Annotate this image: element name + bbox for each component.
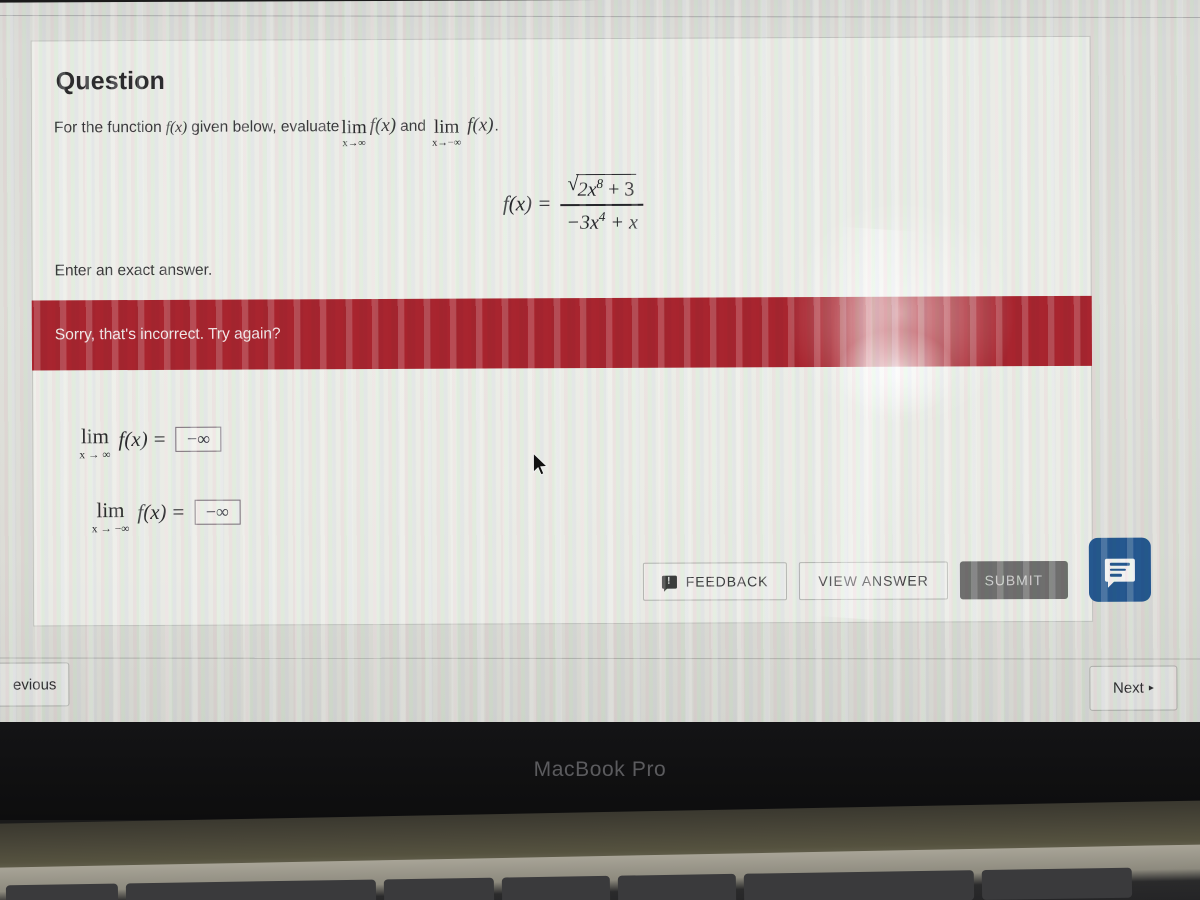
next-button[interactable]: Next ▸ bbox=[1089, 665, 1178, 711]
view-answer-button[interactable]: VIEW ANSWER bbox=[799, 561, 948, 601]
top-divider-line bbox=[0, 14, 1200, 19]
prompt-limit-1-label: lim bbox=[341, 117, 367, 139]
answer-row-limit-positive-infinity: lim x → ∞ f(x) = −∞ bbox=[79, 422, 1091, 462]
keyboard-key[interactable] bbox=[383, 877, 495, 900]
previous-button-label: evious bbox=[13, 675, 57, 694]
chat-widget-button[interactable] bbox=[1088, 537, 1152, 602]
previous-button[interactable]: evious bbox=[0, 662, 70, 707]
question-prompt: For the function f(x) given below, evalu… bbox=[54, 112, 1090, 149]
alert-message: Sorry, that's incorrect. Try again? bbox=[54, 325, 281, 344]
keyboard-key[interactable] bbox=[501, 875, 611, 900]
prompt-and: and bbox=[400, 117, 427, 135]
prompt-middle: given below, evaluate bbox=[191, 118, 340, 136]
action-button-bar: FEEDBACK VIEW ANSWER SUBMIT bbox=[642, 560, 1069, 601]
formula-denominator: −3x4 + x bbox=[560, 205, 643, 234]
prompt-limit-2-sub: x→−∞ bbox=[432, 137, 462, 149]
laptop-screen: Question For the function f(x) given bel… bbox=[0, 0, 1200, 729]
answer-2-equals: = bbox=[172, 499, 185, 524]
prompt-limit-2-label: lim bbox=[433, 116, 460, 138]
answer-1-equals: = bbox=[153, 426, 166, 451]
prompt-function-symbol: f(x) bbox=[165, 118, 188, 136]
answer-row-limit-negative-infinity: lim x → −∞ f(x) = −∞ bbox=[92, 496, 1092, 536]
incorrect-alert-banner: Sorry, that's incorrect. Try again? bbox=[31, 296, 1093, 371]
question-card: Question For the function f(x) given bel… bbox=[30, 35, 1094, 627]
prompt-limit-1: lim x→∞ bbox=[341, 117, 367, 150]
answer-1-limit: lim x → ∞ bbox=[79, 424, 111, 462]
page-title: Question bbox=[55, 66, 165, 96]
nav-divider bbox=[0, 657, 1200, 660]
denominator-exponent: 4 bbox=[598, 208, 606, 224]
square-root-icon: √ 2x8 + 3 bbox=[568, 173, 637, 202]
formula-numerator: √ 2x8 + 3 bbox=[562, 172, 643, 204]
keyboard-key[interactable] bbox=[5, 883, 119, 900]
feedback-button[interactable]: FEEDBACK bbox=[642, 562, 788, 601]
next-button-label: Next bbox=[1112, 679, 1144, 697]
keyboard-key[interactable] bbox=[743, 870, 975, 900]
keyboard-key[interactable] bbox=[981, 867, 1133, 900]
photo-of-laptop-scene: Question For the function f(x) given bel… bbox=[0, 0, 1200, 900]
answers-section: lim x → ∞ f(x) = −∞ lim x → −∞ f(x) = −∞ bbox=[33, 422, 1091, 536]
formula-fraction: √ 2x8 + 3 −3x4 + x bbox=[560, 172, 644, 234]
radicand-tail: + 3 bbox=[608, 178, 635, 201]
speech-bubble-alert-icon bbox=[661, 575, 677, 589]
prompt-prefix: For the function bbox=[53, 118, 162, 137]
prompt-limit-2: lim x→−∞ bbox=[432, 116, 462, 150]
answer-2-lim-label: lim bbox=[96, 497, 125, 523]
answer-2-function: f(x) bbox=[137, 499, 167, 525]
answer-1-lim-sub: x → ∞ bbox=[79, 449, 111, 462]
device-brand-label: MacBook Pro bbox=[533, 758, 667, 781]
answer-2-limit: lim x → −∞ bbox=[91, 497, 130, 536]
submit-button-label: SUBMIT bbox=[984, 572, 1043, 589]
prompt-limit-1-sub: x→∞ bbox=[342, 138, 366, 150]
prompt-suffix: . bbox=[494, 117, 499, 135]
answer-1-function: f(x) bbox=[118, 426, 148, 451]
keyboard-key[interactable] bbox=[617, 873, 737, 900]
answer-2-lim-sub: x → −∞ bbox=[91, 522, 130, 536]
denominator-base: −3x bbox=[566, 211, 599, 234]
radicand: 2x8 + 3 bbox=[576, 173, 637, 202]
submit-button[interactable]: SUBMIT bbox=[959, 560, 1069, 600]
denominator-tail: + x bbox=[610, 211, 638, 234]
answer-1-lim-label: lim bbox=[80, 424, 109, 449]
function-definition: f(x) = √ 2x8 + 3 −3x4 + x bbox=[503, 172, 644, 234]
answer-input-2[interactable]: −∞ bbox=[194, 499, 241, 525]
instruction-text: Enter an exact answer. bbox=[54, 262, 213, 280]
feedback-button-label: FEEDBACK bbox=[685, 573, 769, 590]
formula-container: f(x) = √ 2x8 + 3 −3x4 + x bbox=[32, 170, 1090, 236]
chevron-right-icon: ▸ bbox=[1148, 682, 1154, 694]
formula-lhs: f(x) = bbox=[502, 191, 552, 216]
prompt-limit-1-function: f(x) bbox=[369, 114, 397, 137]
view-answer-button-label: VIEW ANSWER bbox=[818, 572, 929, 590]
chat-bubble-icon bbox=[1104, 558, 1135, 582]
keyboard-key[interactable] bbox=[125, 879, 377, 900]
radicand-exponent: 8 bbox=[596, 175, 604, 191]
answer-input-1[interactable]: −∞ bbox=[175, 426, 222, 452]
radicand-base: 2x bbox=[577, 178, 597, 201]
prompt-limit-2-function: f(x) bbox=[467, 114, 494, 136]
